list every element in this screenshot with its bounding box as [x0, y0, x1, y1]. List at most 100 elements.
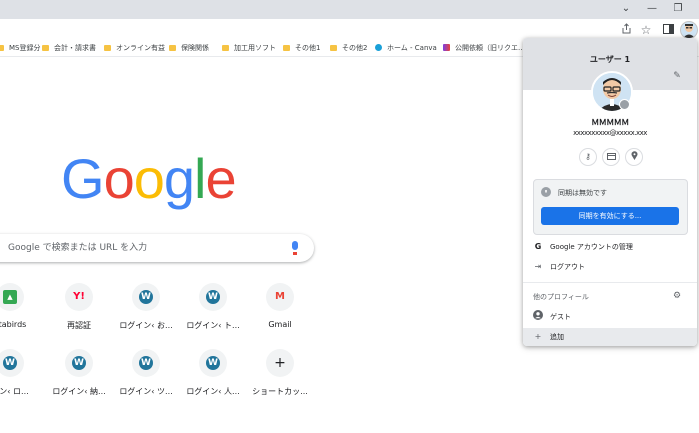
chart-icon: ▲: [3, 290, 17, 304]
shortcut-label: etabirds: [0, 320, 27, 329]
shortcut-tile[interactable]: W ログイン‹ ツ...: [110, 349, 182, 411]
payment-card-icon[interactable]: [602, 148, 620, 166]
wordpress-icon: W: [72, 356, 86, 370]
guest-profile-item[interactable]: ゲスト: [523, 308, 697, 326]
wordpress-icon: W: [206, 356, 220, 370]
folder-icon: [104, 45, 111, 51]
share-icon[interactable]: [617, 21, 635, 39]
shortcut-label: ログイン‹ ツ...: [119, 387, 173, 396]
manage-google-account[interactable]: G Google アカウントの管理: [523, 238, 697, 256]
search-placeholder: Google で検索または URL を入力: [8, 243, 148, 253]
shortcut-favicon: W: [199, 283, 227, 311]
shortcut-tile[interactable]: + ショートカッ...: [244, 349, 316, 411]
shortcut-tile[interactable]: W ログイン‹ 納...: [43, 349, 115, 411]
bookmark-label: 公開依頼（旧リクエ...: [455, 44, 525, 52]
folder-icon: [283, 45, 290, 51]
tab-search-icon[interactable]: ⌄: [614, 1, 638, 17]
shortcut-favicon: W: [65, 349, 93, 377]
folder-icon: [169, 45, 176, 51]
google-logo: Google: [61, 144, 237, 214]
shortcut-tile[interactable]: Y! 再認証: [43, 283, 115, 345]
shortcut-favicon: W: [132, 349, 160, 377]
passwords-key-icon[interactable]: ⚷: [579, 148, 597, 166]
shortcut-label: イン‹ ロ...: [0, 387, 29, 396]
shortcut-favicon: W: [132, 283, 160, 311]
bookmark-label: その他2: [342, 44, 368, 52]
bookmark-7[interactable]: ホーム - Canva: [375, 43, 437, 53]
bookmark-star-icon[interactable]: ☆: [637, 21, 655, 39]
bookmark-0[interactable]: MS登録分: [0, 43, 40, 53]
site-favicon-icon: [443, 44, 450, 51]
shortcut-label: ログイン‹ 納...: [52, 387, 106, 396]
title-bar: ⌄ — ❐: [0, 0, 699, 19]
logout-item[interactable]: ⇥ ログアウト: [523, 258, 697, 276]
shortcut-tile[interactable]: ▲ etabirds: [0, 283, 46, 345]
shortcut-favicon: W: [199, 349, 227, 377]
profile-email: xxxxxxxxxx@xxxxx.xxx: [573, 129, 647, 137]
shortcut-tile[interactable]: W イン‹ ロ...: [0, 349, 46, 411]
profile-name: ＭＭＭＭＭ: [591, 118, 629, 127]
wordpress-icon: W: [139, 290, 153, 304]
search-box[interactable]: Google で検索または URL を入力: [0, 234, 314, 262]
logout-icon: ⇥: [534, 262, 542, 271]
person-icon: [533, 308, 543, 326]
shortcut-tile[interactable]: W ログイン‹ お...: [110, 283, 182, 345]
profile-avatar-button[interactable]: [680, 21, 698, 39]
shortcut-favicon: W: [0, 349, 24, 377]
bookmark-8[interactable]: 公開依頼（旧リクエ...: [443, 43, 525, 53]
logo-letter: G: [61, 147, 105, 210]
minimize-button[interactable]: —: [640, 1, 664, 17]
plus-icon: +: [534, 332, 542, 341]
bookmark-1[interactable]: 会計・請求書: [42, 43, 96, 53]
canva-icon: [375, 44, 382, 51]
bookmark-3[interactable]: 保険関係: [169, 43, 209, 53]
bookmark-4[interactable]: 加工用ソフト: [222, 43, 276, 53]
shortcut-favicon: M: [266, 283, 294, 311]
folder-icon: [222, 45, 229, 51]
wordpress-icon: W: [3, 356, 17, 370]
bookmark-label: 会計・請求書: [54, 44, 96, 52]
toolbar: ☆: [0, 19, 699, 40]
shortcut-favicon: ▲: [0, 283, 24, 311]
folder-icon: [0, 45, 4, 51]
profile-menu: ユーザー 1 ✎ ＭＭＭＭＭ xxxxxxxxxx@xxxxx.xxx ⚷ ⏸ …: [523, 38, 697, 346]
folder-icon: [330, 45, 337, 51]
sync-card: ⏸ 同期は無効です 同期を有効にする...: [533, 179, 688, 235]
bookmark-label: ホーム - Canva: [387, 44, 437, 52]
divider: [523, 282, 697, 283]
shortcut-favicon: Y!: [65, 283, 93, 311]
bookmark-6[interactable]: その他2: [330, 43, 367, 53]
shortcut-label: ログイン‹ ト...: [186, 321, 240, 330]
bookmark-5[interactable]: その他1: [283, 43, 320, 53]
shortcut-tile[interactable]: W ログイン‹ 人...: [177, 349, 249, 411]
logo-letter: o: [103, 147, 135, 210]
bookmark-2[interactable]: オンライン有益: [104, 43, 165, 53]
logo-letter: e: [205, 147, 236, 210]
side-panel-icon[interactable]: [659, 21, 677, 39]
shortcut-tile[interactable]: M Gmail: [244, 283, 316, 345]
sync-off-badge: [619, 99, 630, 110]
yahoo-icon: Y!: [73, 291, 85, 302]
bookmark-label: その他1: [295, 44, 321, 52]
bookmark-label: 保険関係: [181, 44, 209, 52]
location-pin-icon[interactable]: [625, 148, 643, 166]
pencil-icon[interactable]: ✎: [671, 70, 683, 82]
plus-icon: +: [274, 355, 286, 371]
enable-sync-button[interactable]: 同期を有効にする...: [541, 207, 679, 225]
microphone-icon[interactable]: [292, 241, 298, 255]
shortcut-tile[interactable]: W ログイン‹ ト...: [177, 283, 249, 345]
gmail-icon: M: [275, 291, 285, 302]
restore-button[interactable]: ❐: [666, 1, 690, 17]
shortcut-label: ログイン‹ 人...: [186, 387, 240, 396]
folder-icon: [42, 45, 49, 51]
profile-title: ユーザー 1: [589, 55, 631, 64]
gear-icon[interactable]: ⚙: [673, 291, 681, 301]
wordpress-icon: W: [139, 356, 153, 370]
logo-letter: l: [194, 147, 206, 210]
sync-paused-icon: ⏸: [541, 187, 551, 197]
logo-letter: g: [163, 147, 195, 210]
wordpress-icon: W: [206, 290, 220, 304]
shortcut-label: ログイン‹ お...: [119, 321, 173, 330]
logo-letter: o: [133, 147, 165, 210]
add-profile-item[interactable]: + 追加: [523, 328, 697, 346]
